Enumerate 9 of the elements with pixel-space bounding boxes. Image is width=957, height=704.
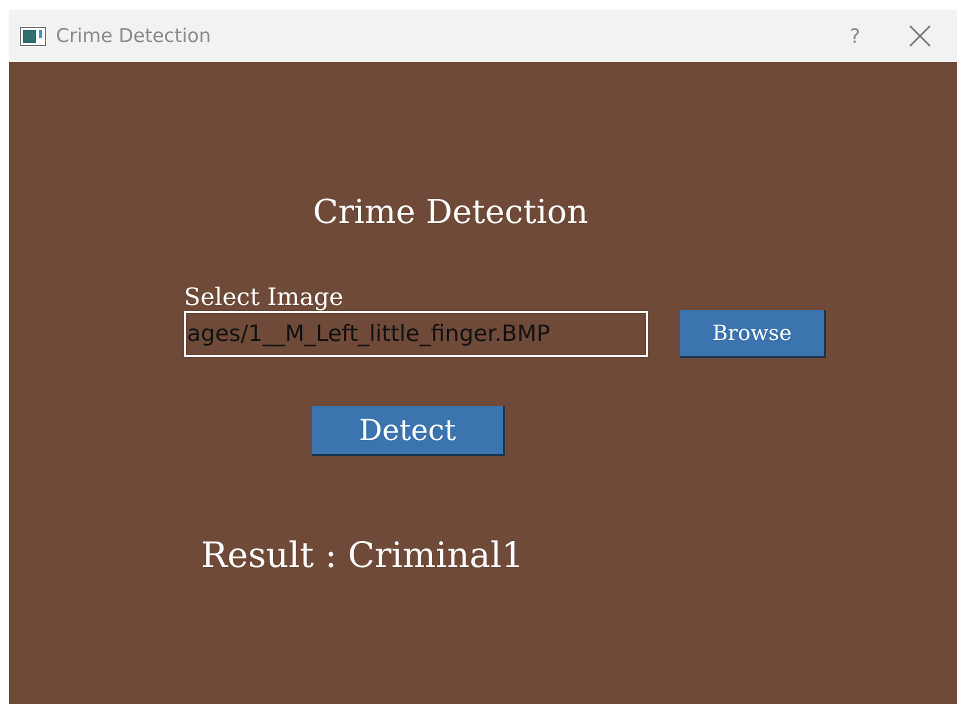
detect-button[interactable]: Detect [312, 406, 505, 456]
browse-button[interactable]: Browse [680, 310, 826, 358]
field-label: Select Image [184, 284, 344, 310]
app-icon [20, 26, 46, 46]
help-button[interactable]: ? [835, 24, 875, 48]
page-heading: Crime Detection [313, 192, 588, 231]
result-text: Result : Criminal1 [201, 536, 524, 576]
window-title: Crime Detection [56, 25, 212, 47]
close-icon[interactable] [909, 25, 931, 47]
